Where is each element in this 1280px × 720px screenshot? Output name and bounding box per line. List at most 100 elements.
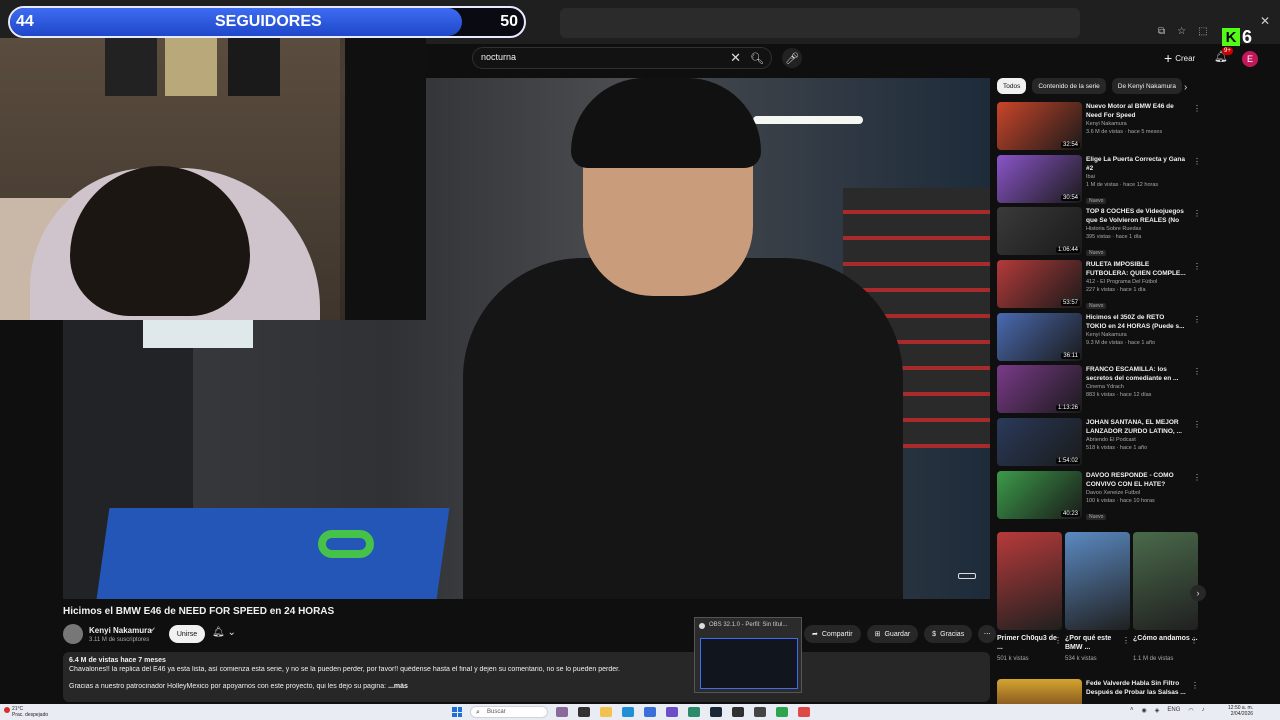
chip-all[interactable]: Todos [997, 78, 1027, 94]
more-vertical-icon[interactable]: ⋮ [1193, 367, 1201, 376]
recommendation-duration: 30:54 [1060, 194, 1080, 201]
webcam-door [345, 38, 426, 320]
tray-app-icon[interactable]: ◉ [1142, 707, 1147, 714]
save-label: Guardar [884, 630, 911, 638]
show-more-link[interactable]: ...más [388, 683, 408, 690]
player-background-window [143, 320, 253, 348]
more-vertical-icon[interactable]: ⋮ [1193, 420, 1201, 429]
account-avatar[interactable]: E [1242, 51, 1258, 67]
recommendation-item[interactable]: 32:54 Nuevo Motor al BMW E46 de Need For … [997, 102, 1201, 154]
recommendation-item[interactable]: 30:54 Elige La Puerta Correcta y Gana #2 I… [997, 154, 1201, 207]
more-vertical-icon[interactable]: ⋮ [1190, 636, 1198, 645]
recommendation-thumbnail: 30:54 [997, 154, 1082, 203]
chip-channel[interactable]: De Kenyi Nakamura [1111, 78, 1182, 94]
recommendation-info: Nuevo Motor al BMW E46 de Need For Speed… [1086, 102, 1186, 136]
description-box[interactable]: 6.4 M de vistas hace 7 meses Chavalones!… [63, 652, 990, 702]
recommendation-item[interactable]: 40:23 DAVOO RESPONDE - COMO CONVIVO CON E… [997, 470, 1201, 523]
chevron-right-icon[interactable]: › [1184, 82, 1187, 93]
bell-icon: 🔔︎ [212, 627, 225, 638]
taskbar-app-icon[interactable] [556, 707, 568, 717]
share-button[interactable]: ➦ Compartir [804, 625, 861, 643]
obs-window-title: OBS 32.1.0 - Perfil: Sin títul... [709, 622, 788, 628]
new-badge: Nuevo [1086, 303, 1107, 310]
browser-tab[interactable] [560, 8, 1080, 38]
presenter-body [463, 258, 903, 599]
recommendation-item[interactable]: 1:13:26 FRANCO ESCAMILLA: los secretos de… [997, 365, 1201, 417]
weather-desc: Prac. despejado [12, 712, 49, 718]
language-indicator[interactable]: ENG [1167, 707, 1180, 714]
save-button[interactable]: ⊞ Guardar [866, 625, 919, 643]
search-button[interactable]: 🔍︎ [746, 48, 768, 68]
subscription-bell-button[interactable]: 🔔︎ ⌄ [212, 627, 236, 638]
chrome-icon[interactable] [776, 707, 788, 717]
recommendation-thumbnail: 1:06:44 [997, 207, 1082, 256]
voice-search-button[interactable]: 🎤︎ [782, 48, 802, 68]
share-label: Compartir [821, 630, 853, 638]
taskbar-app-icon[interactable] [754, 707, 766, 717]
recommendation-item[interactable]: Fede Valverde Habla Sin Filtro Después d… [997, 679, 1201, 705]
recommendation-item[interactable]: 1:54:02 JOHAN SANTANA, EL MEJOR LANZADOR … [997, 418, 1201, 470]
search-input[interactable]: nocturna ✕ [472, 47, 772, 69]
obs-icon[interactable] [732, 707, 744, 717]
channel-name[interactable]: Kenyi Nakamura [89, 626, 152, 635]
shorts-next-button[interactable]: › [1190, 585, 1206, 601]
player-tape-roll [318, 530, 374, 558]
more-vertical-icon[interactable]: ⋮ [1193, 315, 1201, 324]
short-item[interactable]: Primer Ch0qu3 de ... 501 k vistas ⋮ [997, 532, 1062, 662]
taskbar-app-icon[interactable] [798, 707, 810, 717]
taskbar-app-icon[interactable] [688, 707, 700, 717]
start-button[interactable] [452, 707, 462, 717]
clear-search-icon[interactable]: ✕ [730, 50, 741, 66]
recommendation-title: Fede Valverde Habla Sin Filtro Después d… [1086, 680, 1186, 696]
obs-taskbar-preview[interactable]: OBS 32.1.0 - Perfil: Sin títul... [694, 617, 802, 693]
chip-series[interactable]: Contenido de la serie [1032, 78, 1106, 94]
recommendation-item[interactable]: 36:11 Hicimos el 350Z de RETO TOKIO en 24… [997, 312, 1201, 365]
channel-avatar[interactable] [63, 624, 83, 644]
more-vertical-icon[interactable]: ⋮ [1193, 473, 1201, 482]
taskbar-app-icon[interactable] [666, 707, 678, 717]
short-item[interactable]: ¿Cómo andamos ... 1.1 M de vistas ⋮ [1133, 532, 1198, 662]
thanks-button[interactable]: $ Gracias [924, 625, 973, 643]
new-badge: Nuevo [1086, 197, 1107, 204]
wifi-icon[interactable]: ◠ [1188, 707, 1193, 714]
tray-app-icon[interactable]: ◈ [1155, 707, 1160, 714]
more-vertical-icon[interactable]: ⋮ [1191, 681, 1199, 690]
follower-goal-bar: 44 SEGUIDORES 50 [8, 6, 526, 38]
recommendation-item[interactable]: 53:57 RULETA IMPOSIBLE FUTBOLERA: QUIEN C… [997, 260, 1201, 312]
recommendation-thumbnail: 36:11 [997, 312, 1082, 361]
steam-icon[interactable] [710, 707, 722, 717]
cast-icon[interactable]: ⧉ [1158, 26, 1165, 37]
taskbar-app-icon[interactable] [578, 707, 590, 717]
chevron-down-icon: ⌄ [227, 627, 236, 638]
recommendation-thumbnail [997, 679, 1082, 705]
taskbar-search-placeholder: Buscar [487, 709, 506, 715]
edge-icon[interactable] [622, 707, 634, 717]
more-actions-button[interactable]: ⋯ [978, 625, 997, 643]
short-thumbnail [1065, 532, 1130, 630]
short-item[interactable]: ¿Por qué este BMW ... 534 k vistas ⋮ [1065, 532, 1130, 662]
more-vertical-icon[interactable]: ⋮ [1193, 209, 1201, 218]
recommendation-title: FRANCO ESCAMILLA: los secretos del comed… [1086, 366, 1179, 383]
taskbar-clock[interactable]: 12:50 a. m. 2/04/2026 [1228, 705, 1253, 717]
recommendation-item[interactable]: 1:06:44 TOP 8 COCHES de Videojuegos que S… [997, 207, 1201, 259]
more-vertical-icon[interactable]: ⋮ [1193, 262, 1201, 271]
create-button[interactable]: + Crear [1164, 50, 1195, 66]
webcam-overlay [0, 38, 426, 320]
more-vertical-icon[interactable]: ⋮ [1122, 636, 1130, 645]
taskbar-app-icon[interactable] [644, 707, 656, 717]
taskbar-search[interactable]: ⌕ Buscar [470, 706, 548, 718]
extensions-icon[interactable]: ⬚ [1198, 26, 1207, 37]
miniplayer-icon[interactable] [958, 573, 976, 579]
tray-chevron-icon[interactable]: ˄ [1130, 707, 1134, 714]
share-icon: ➦ [812, 631, 818, 638]
search-icon: ⌕ [476, 709, 480, 716]
bookmark-star-icon[interactable]: ☆ [1177, 26, 1186, 37]
volume-icon[interactable]: ♪ [1202, 707, 1205, 714]
recommendation-meta: 395 vistas · hace 1 día [1086, 234, 1142, 241]
more-vertical-icon[interactable]: ⋮ [1193, 104, 1201, 113]
more-vertical-icon[interactable]: ⋮ [1193, 157, 1201, 166]
folder-icon[interactable] [600, 707, 612, 717]
weather-widget[interactable]: 21°C Prac. despejado [4, 706, 48, 718]
join-button[interactable]: Unirse [169, 625, 205, 643]
more-vertical-icon[interactable]: ⋮ [1054, 636, 1062, 645]
